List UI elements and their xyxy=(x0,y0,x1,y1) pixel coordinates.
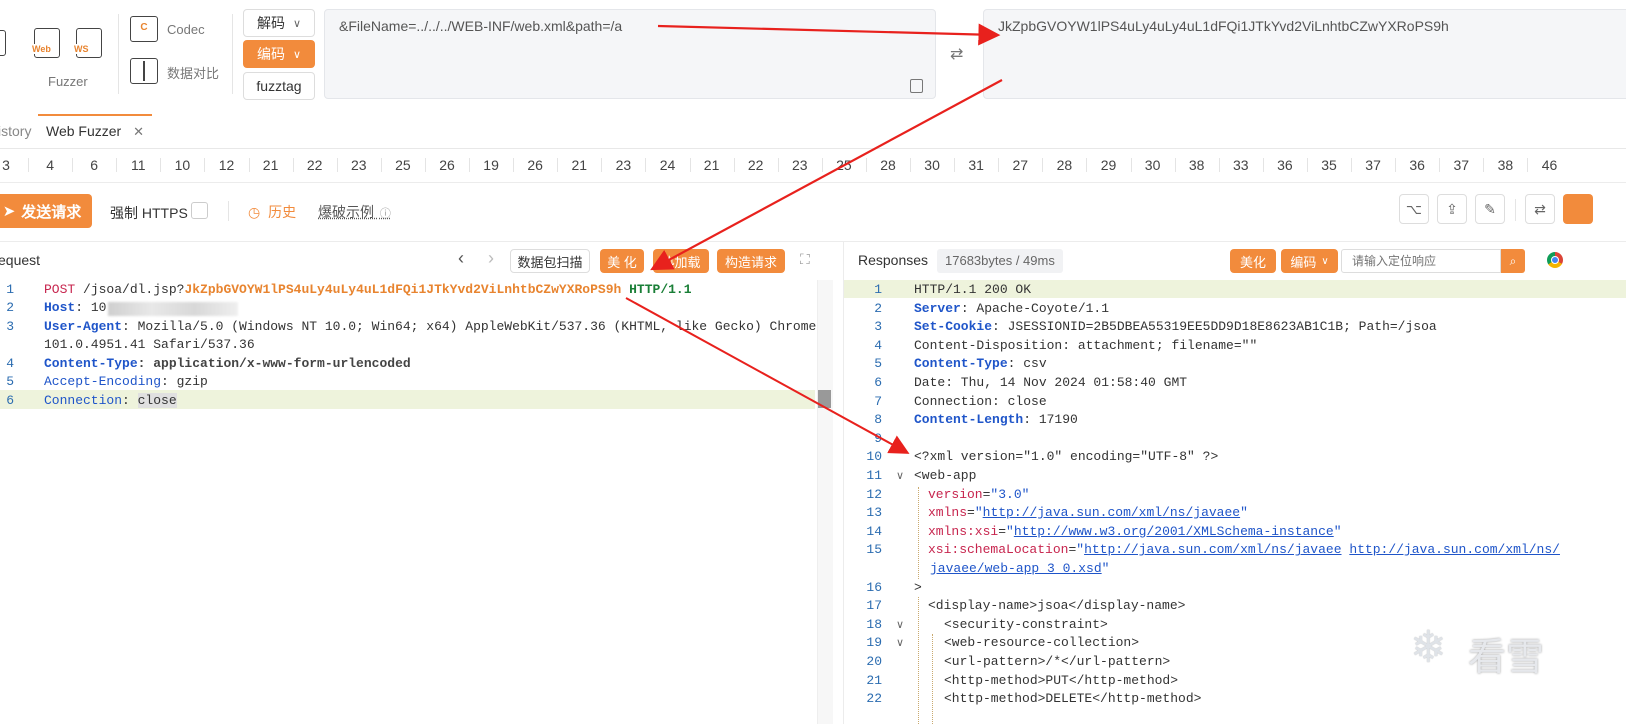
arrow-input-to-output xyxy=(657,23,1001,46)
arrow-output-to-request xyxy=(650,79,1003,271)
annotation-arrows xyxy=(625,23,1003,454)
arrow-request-to-response xyxy=(625,297,910,454)
